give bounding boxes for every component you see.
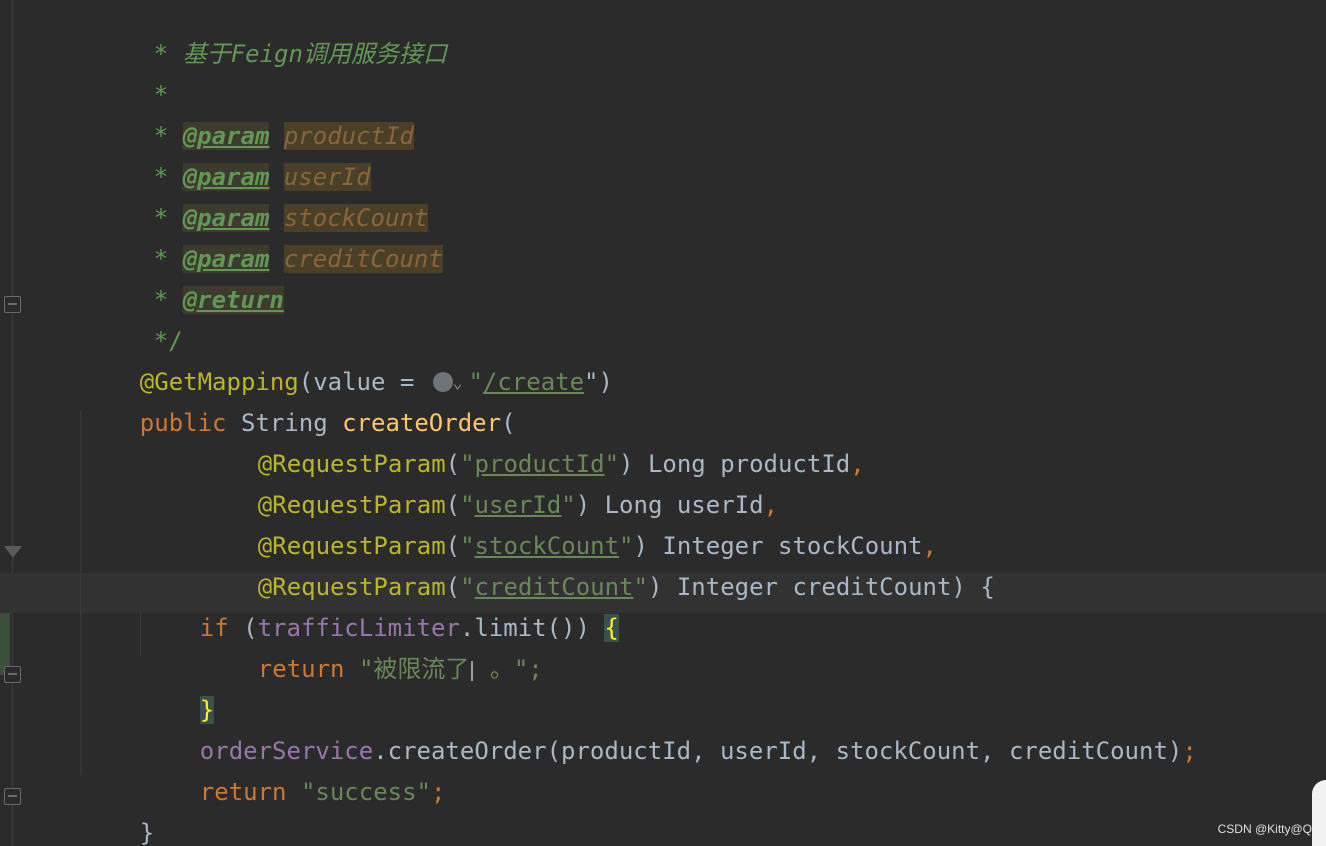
javadoc-return-tag: @return: [182, 286, 284, 314]
code-line-8[interactable]: */: [96, 287, 183, 355]
code-line-4[interactable]: * @param userId: [96, 123, 371, 191]
fold-icon[interactable]: [4, 546, 22, 558]
return-keyword: return: [199, 778, 287, 806]
matched-brace: {: [604, 614, 619, 642]
code-line-3[interactable]: * @param productId: [96, 82, 414, 150]
fold-icon[interactable]: [4, 296, 21, 313]
code-line-16[interactable]: return "被限流了 。";: [200, 615, 543, 683]
gutter-divider: [12, 0, 13, 846]
indent-guide: [80, 410, 81, 775]
param-name: creditCount: [792, 573, 952, 601]
fold-icon[interactable]: [4, 666, 21, 683]
code-line-5[interactable]: * @param stockCount: [96, 164, 429, 232]
code-editor[interactable]: * 基于Feign调用服务接口 * * @param productId * @…: [0, 0, 1326, 846]
doc-comment-summary: 基于Feign调用服务接口: [182, 40, 447, 68]
indent-guide: [140, 612, 141, 657]
limited-message-string-end: 。";: [489, 655, 543, 683]
code-line-2[interactable]: *: [96, 41, 168, 109]
limited-message-string: "被限流了: [358, 655, 470, 683]
code-line-9[interactable]: @GetMapping(value = ⌄ "/create"): [82, 328, 613, 396]
return-keyword: return: [257, 655, 345, 683]
code-line-11[interactable]: @RequestParam("productId") Long productI…: [200, 410, 865, 478]
annotation-close: "): [584, 368, 613, 396]
code-line-12[interactable]: @RequestParam("userId") Long userId,: [200, 451, 778, 519]
code-line-13[interactable]: @RequestParam("stockCount") Integer stoc…: [200, 492, 937, 560]
code-line-7[interactable]: * @return: [96, 246, 284, 314]
method-close-brace: }: [139, 819, 155, 846]
create-order-call: .createOrder(productId, userId, stockCou…: [373, 737, 1183, 765]
code-line-17[interactable]: }: [142, 656, 215, 724]
code-line-14[interactable]: @RequestParam("creditCount") Integer cre…: [200, 533, 995, 601]
semicolon: ;: [1182, 737, 1197, 765]
param-type: Integer: [676, 573, 779, 601]
code-line-20[interactable]: }: [82, 779, 154, 846]
semicolon: ;: [431, 778, 446, 806]
watermark: CSDN @Kitty@Q: [1217, 822, 1312, 836]
code-line-18[interactable]: orderService.createOrder(productId, user…: [142, 697, 1197, 765]
editor-gutter: [0, 0, 30, 846]
javadoc-param-name: creditCount: [283, 245, 443, 273]
text-cursor-icon: [471, 661, 474, 681]
code-line-6[interactable]: * @param creditCount: [96, 205, 443, 273]
code-line-1[interactable]: * 基于Feign调用服务接口: [96, 0, 447, 68]
code-line-19[interactable]: return "success";: [142, 738, 446, 806]
code-line-15[interactable]: if (trafficLimiter.limit()) {: [142, 574, 619, 642]
code-line-10[interactable]: public String createOrder(: [82, 369, 516, 437]
success-string: "success": [300, 778, 431, 806]
scrollbar-tab[interactable]: [1312, 780, 1326, 846]
fold-icon[interactable]: [4, 788, 21, 805]
